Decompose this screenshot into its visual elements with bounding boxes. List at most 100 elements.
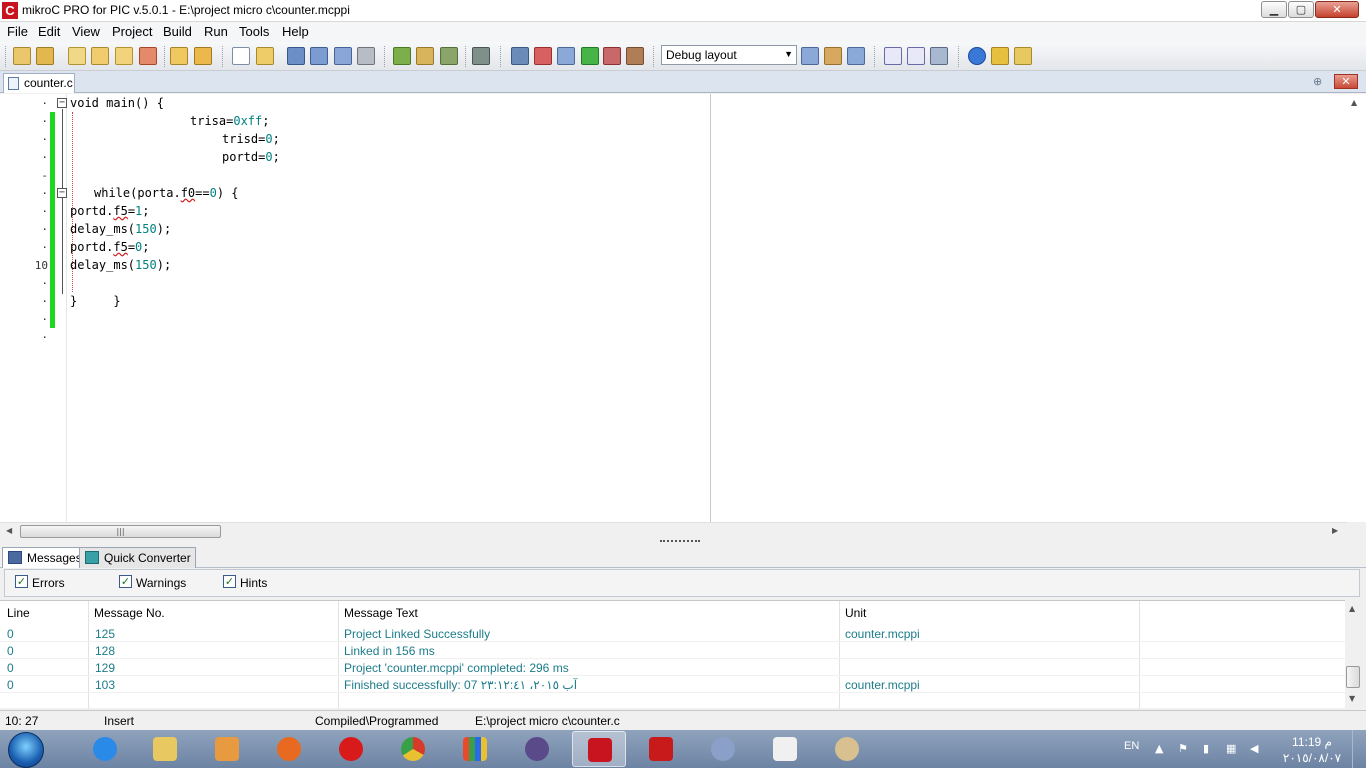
media-player-icon[interactable] — [200, 731, 254, 767]
usb-hid-icon[interactable] — [603, 47, 621, 65]
opera-icon[interactable] — [324, 731, 378, 767]
flag-icon[interactable]: ⚑ — [1178, 742, 1190, 755]
warnings-checkbox[interactable]: ✓ — [119, 575, 132, 588]
maximize-button[interactable]: ▢ — [1288, 1, 1314, 18]
hints-checkbox[interactable]: ✓ — [223, 575, 236, 588]
statistics-icon[interactable] — [511, 47, 529, 65]
network-icon[interactable]: ▦ — [1226, 742, 1238, 755]
mikroc-taskbar-icon[interactable] — [572, 731, 626, 767]
save-all-icon[interactable] — [310, 47, 328, 65]
layout-select[interactable]: Debug layout ▼ — [661, 45, 797, 65]
delete-layout-icon[interactable] — [824, 47, 842, 65]
close-button[interactable]: ✕ — [1315, 1, 1359, 18]
editor-vertical-scrollbar[interactable]: ▲ — [1347, 94, 1364, 522]
file-explorer-icon[interactable] — [138, 731, 192, 767]
build-icon[interactable] — [393, 47, 411, 65]
table-row[interactable]: 0 129 Project 'counter.mcppi' completed:… — [0, 659, 1345, 676]
help-icon[interactable] — [968, 47, 986, 65]
show-desktop-button[interactable] — [1352, 730, 1366, 768]
mikroc-help-icon[interactable] — [884, 47, 902, 65]
volume-icon[interactable]: ◀ — [1250, 742, 1262, 755]
errors-checkbox[interactable]: ✓ — [15, 575, 28, 588]
line-marker: · — [41, 205, 48, 218]
scroll-up-icon[interactable]: ▲ — [1351, 98, 1357, 107]
new-file-icon[interactable] — [232, 47, 250, 65]
scroll-up-icon[interactable]: ▲ — [1349, 604, 1355, 613]
remove-folder-icon[interactable] — [194, 47, 212, 65]
tab-quick-converter[interactable]: Quick Converter — [79, 547, 196, 568]
battery-icon[interactable]: ▮ — [1203, 742, 1215, 755]
paint-icon[interactable] — [820, 731, 874, 767]
language-indicator[interactable]: EN — [1124, 740, 1139, 752]
update-icon[interactable] — [1014, 47, 1032, 65]
minimize-button[interactable]: ▁ — [1261, 1, 1287, 18]
scroll-down-icon[interactable]: ▼ — [1349, 694, 1355, 703]
key-icon[interactable] — [991, 47, 1009, 65]
ascii-chart-icon[interactable] — [534, 47, 552, 65]
project-settings-icon[interactable] — [930, 47, 948, 65]
editor-horizontal-scrollbar[interactable]: ◀ ||| ▶ — [0, 522, 1347, 539]
menu-edit[interactable]: Edit — [38, 24, 60, 39]
menu-build[interactable]: Build — [163, 24, 192, 39]
table-row[interactable]: 0 103 Finished successfully: 07 آب ٢٠١٥،… — [0, 676, 1345, 693]
firefox-icon[interactable] — [262, 731, 316, 767]
scroll-left-icon[interactable]: ◀ — [6, 526, 12, 535]
remove-file-icon[interactable] — [139, 47, 157, 65]
internet-explorer-icon[interactable] — [78, 731, 132, 767]
open-file-icon[interactable] — [256, 47, 274, 65]
start-button[interactable] — [8, 732, 44, 768]
network-app-icon[interactable] — [696, 731, 750, 767]
menu-tools[interactable]: Tools — [239, 24, 269, 39]
show-hidden-icons[interactable]: ▲ — [1155, 742, 1167, 755]
clock-date[interactable]: ٢٠١٥/٠٨/٠٧ — [1278, 751, 1346, 765]
messages-vertical-scrollbar[interactable]: ▲ ▼ — [1345, 600, 1362, 708]
table-row[interactable]: 0 128 Linked in 156 ms — [0, 642, 1345, 659]
acrobat-icon[interactable] — [634, 731, 688, 767]
tools-icon[interactable] — [626, 47, 644, 65]
clock-time[interactable]: 11:19 م — [1280, 735, 1344, 749]
build-program-icon[interactable] — [440, 47, 458, 65]
column-header-message-text[interactable]: Message Text — [344, 606, 418, 620]
menu-project[interactable]: Project — [112, 24, 152, 39]
media-app-icon[interactable] — [510, 731, 564, 767]
tab-counter-c[interactable]: counter.c — [3, 73, 75, 93]
fold-toggle-icon[interactable]: − — [57, 98, 67, 108]
open-project-icon[interactable] — [36, 47, 54, 65]
seven-segment-icon[interactable] — [557, 47, 575, 65]
menu-view[interactable]: View — [72, 24, 100, 39]
lcd-designer-icon[interactable] — [581, 47, 599, 65]
save-as-icon[interactable] — [334, 47, 352, 65]
menu-help[interactable]: Help — [282, 24, 309, 39]
save-file-icon[interactable] — [287, 47, 305, 65]
chrome-icon[interactable] — [386, 731, 440, 767]
pin-icon[interactable]: ⊕ — [1313, 75, 1322, 88]
add-folder-icon[interactable] — [170, 47, 188, 65]
column-header-message-no[interactable]: Message No. — [94, 606, 165, 620]
default-layout-icon[interactable] — [847, 47, 865, 65]
app-grid-icon[interactable] — [448, 731, 502, 767]
pic-help-icon[interactable] — [907, 47, 925, 65]
add-file-icon[interactable] — [115, 47, 133, 65]
splitter-grip[interactable] — [660, 540, 700, 543]
mikroc-app-icon[interactable]: C — [2, 2, 18, 19]
close-project-icon[interactable] — [91, 47, 109, 65]
print-icon[interactable] — [357, 47, 375, 65]
menu-run[interactable]: Run — [204, 24, 228, 39]
save-layout-icon[interactable] — [801, 47, 819, 65]
column-header-line[interactable]: Line — [7, 606, 30, 620]
menu-file[interactable]: File — [7, 24, 28, 39]
table-row[interactable]: 0 125 Project Linked Successfully counte… — [0, 625, 1345, 642]
scrollbar-thumb[interactable]: ||| — [20, 525, 221, 538]
new-project-icon[interactable] — [13, 47, 31, 65]
save-project-icon[interactable] — [68, 47, 86, 65]
scrollbar-thumb[interactable] — [1346, 666, 1360, 688]
build-all-icon[interactable] — [416, 47, 434, 65]
fold-toggle-icon[interactable]: − — [57, 188, 67, 198]
scroll-right-icon[interactable]: ▶ — [1332, 526, 1338, 535]
close-editor-button[interactable]: ✕ — [1334, 74, 1358, 89]
notepad-app-icon[interactable] — [758, 731, 812, 767]
programmer-icon[interactable] — [472, 47, 490, 65]
tab-messages[interactable]: Messages — [2, 547, 87, 568]
column-header-unit[interactable]: Unit — [845, 606, 866, 620]
code-editor[interactable]: · · · · - · · · · 10 · · · · − − void ma… — [0, 94, 1366, 522]
